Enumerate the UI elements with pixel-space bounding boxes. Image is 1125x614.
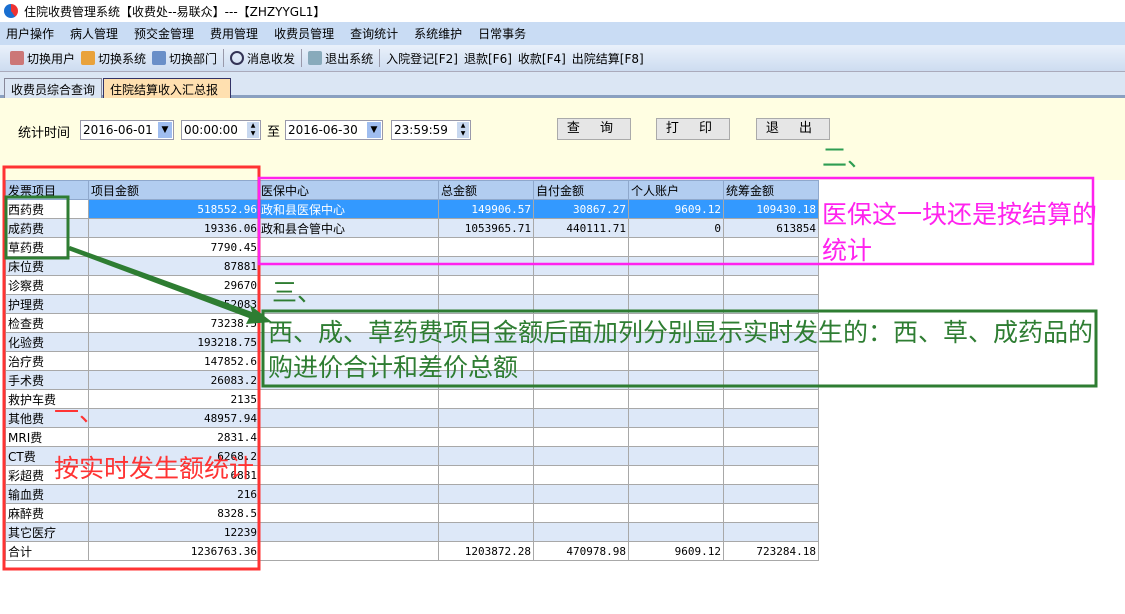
annotation-three-text: 西、成、草药费项目金额后面加列分别显示实时发生的：西、草、成药品的购进价合计和差… <box>268 318 1094 382</box>
annotation-two-text: 医保这一块还是按结算的统计 <box>822 200 1098 265</box>
annotation-two-label: 二、 <box>822 143 873 172</box>
arrow-icon <box>68 246 272 324</box>
green-annotation-box <box>4 195 70 260</box>
red-annotation-box <box>2 165 261 571</box>
annotation-one-label: 一、 <box>54 398 105 427</box>
annotation-layer <box>2 165 1098 571</box>
annotation-one-text: 按实时发生额统计 <box>54 454 255 483</box>
annotation-three-label: 三、 <box>272 278 323 307</box>
